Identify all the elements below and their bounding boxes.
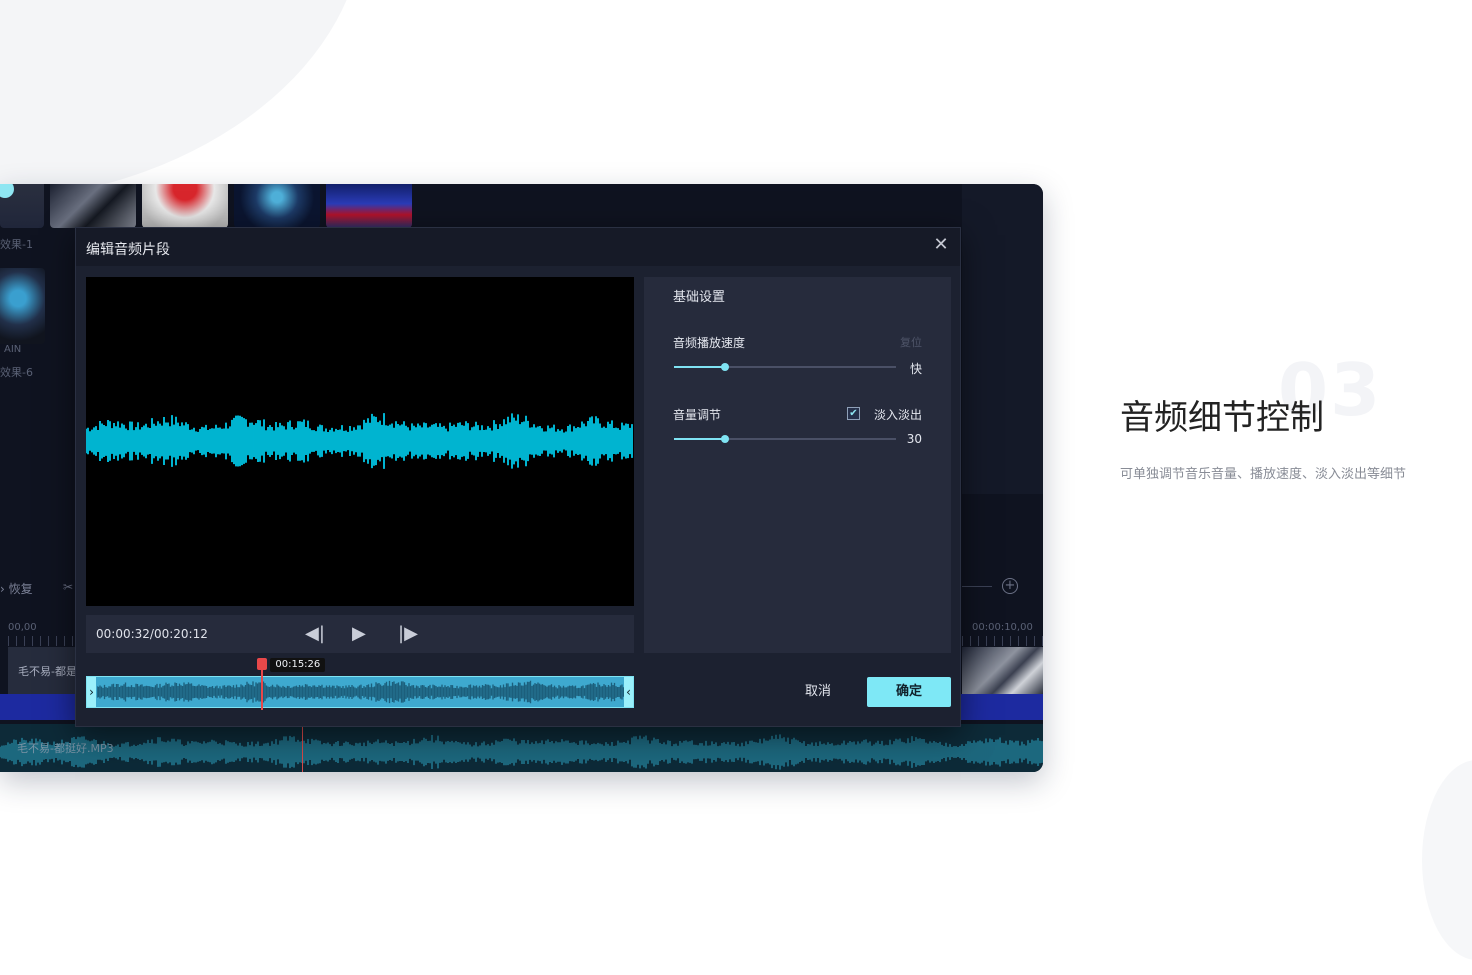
slider-fill (674, 438, 726, 440)
prev-frame-icon[interactable]: ◀| (305, 624, 325, 644)
playback-controls: 00:00:32/00:20:12 ◀| ▶ |▶ (86, 615, 634, 653)
cancel-button[interactable]: 取消 (805, 680, 831, 699)
media-label: 效果-6 (0, 366, 33, 379)
preview-panel (962, 184, 1043, 494)
zoom-slider[interactable] (962, 586, 992, 587)
time-display: 00:00:32/00:20:12 (96, 627, 208, 641)
media-thumb[interactable] (0, 268, 45, 344)
clip-waveform (97, 680, 625, 704)
add-icon[interactable] (0, 184, 14, 198)
feature-description: 可单独调节音乐音量、播放速度、淡入淡出等细节 (1120, 467, 1407, 482)
ruler-ticks (8, 636, 74, 646)
media-thumb[interactable] (50, 184, 136, 228)
close-icon[interactable]: ✕ (932, 236, 950, 254)
speed-label: 音频播放速度 (673, 336, 746, 350)
fade-checkbox[interactable]: ✔ (847, 407, 860, 420)
trim-start-handle[interactable]: › (87, 677, 96, 707)
clip-timeline: 00:15:26 › ‹ (86, 658, 634, 712)
media-thumb[interactable] (326, 184, 412, 228)
next-frame-icon[interactable]: |▶ (398, 624, 418, 644)
feature-title: 音频细节控制 (1120, 398, 1324, 438)
video-clip[interactable] (962, 647, 1043, 694)
playhead-marker[interactable] (257, 658, 268, 670)
media-thumb[interactable] (0, 184, 44, 228)
audio-track[interactable]: 毛不易-都挺好.MP3 (0, 724, 1043, 772)
edit-audio-dialog: 编辑音频片段 ✕ 00:00:32/00:20:12 ◀| ▶ |▶ 00:15… (75, 227, 961, 727)
ruler-time-left: 00,00 (8, 622, 37, 633)
dialog-header: 编辑音频片段 ✕ (76, 228, 960, 266)
audio-track-waveform (0, 734, 1043, 770)
waveform-preview (85, 277, 634, 606)
ruler-ticks (962, 636, 1043, 646)
media-caption: AIN (4, 344, 22, 355)
recover-button[interactable]: › 恢复 (0, 580, 33, 597)
media-library (0, 184, 450, 228)
scissor-icon[interactable]: ✂ (63, 580, 73, 594)
ruler-time-right: 00:00:10,00 (972, 622, 1033, 633)
slider-fill (674, 366, 726, 368)
volume-value: 30 (906, 432, 922, 446)
media-thumb[interactable] (234, 184, 320, 228)
playhead-time: 00:15:26 (270, 658, 326, 672)
settings-title: 基础设置 (673, 290, 726, 305)
trim-end-handle[interactable]: ‹ (624, 677, 633, 707)
speed-slider[interactable] (674, 360, 896, 374)
slider-knob[interactable] (721, 363, 730, 371)
settings-panel: 基础设置 音频播放速度 复位 快 音量调节 ✔ 淡入淡出 30 (644, 277, 951, 653)
reset-button[interactable]: 复位 (900, 334, 922, 350)
media-thumb[interactable] (142, 184, 228, 228)
fade-label: 淡入淡出 (873, 408, 922, 422)
speed-value: 快 (909, 362, 922, 376)
dialog-title: 编辑音频片段 (86, 242, 170, 258)
background-shape-2 (1422, 760, 1472, 960)
plus-circle-icon[interactable]: + (1002, 578, 1018, 594)
audio-track-name: 毛不易-都挺好.MP3 (17, 742, 114, 755)
play-icon[interactable]: ▶ (352, 624, 366, 644)
video-clip[interactable]: 毛不易-都是 (8, 647, 78, 694)
slider-knob[interactable] (721, 435, 730, 443)
clip-strip[interactable]: › ‹ (86, 676, 634, 708)
volume-slider[interactable] (674, 432, 896, 446)
main-waveform (85, 413, 633, 469)
confirm-button[interactable]: 确定 (867, 677, 951, 707)
timeline-playhead[interactable] (302, 724, 303, 772)
media-label: 效果-1 (0, 238, 33, 251)
volume-label: 音量调节 (673, 408, 722, 422)
playhead-line[interactable] (261, 670, 264, 710)
